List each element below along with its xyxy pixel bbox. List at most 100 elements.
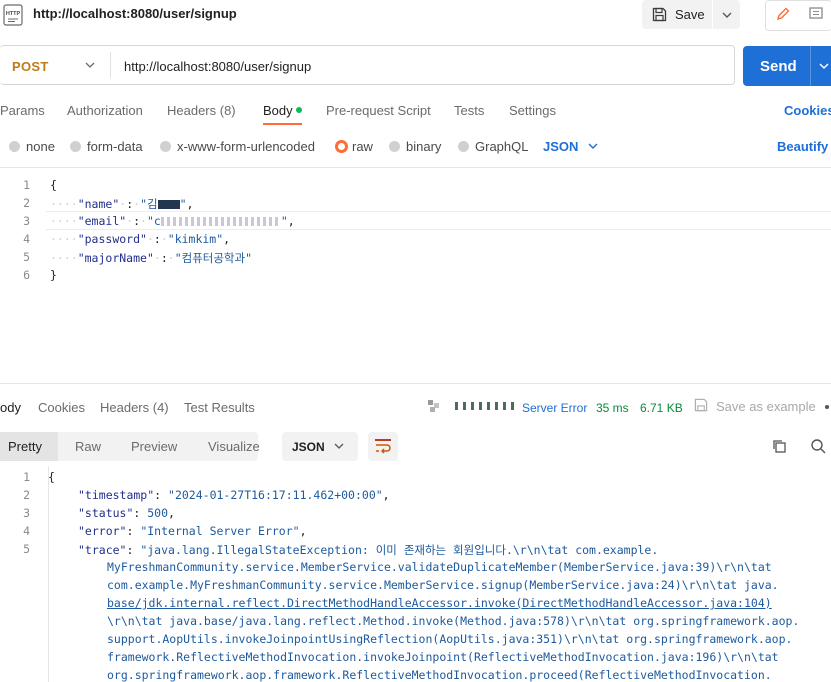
chevron-down-icon[interactable] (818, 61, 830, 71)
tab-authorization[interactable]: Authorization (67, 103, 143, 118)
code-line[interactable]: "trace": "java.lang.IllegalStateExceptio… (78, 542, 658, 558)
cookies-link[interactable]: Cookies (784, 103, 831, 118)
code-line[interactable]: { (50, 178, 57, 192)
json-brace: { (48, 470, 55, 484)
line-number: 5 (23, 250, 30, 264)
comment-icon[interactable] (808, 6, 824, 22)
chevron-down-icon[interactable] (84, 60, 96, 70)
line-number: 4 (23, 232, 30, 246)
redacted-text (157, 200, 180, 209)
tab-body[interactable]: Body (263, 103, 293, 118)
body-format-select[interactable]: JSON (543, 139, 578, 154)
redacted-text (455, 402, 517, 410)
radio-raw[interactable] (335, 140, 348, 153)
save-icon (694, 398, 708, 412)
radio-urlencoded-label[interactable]: x-www-form-urlencoded (177, 139, 315, 154)
json-key: "majorName" (77, 251, 154, 265)
line-number: 4 (23, 524, 30, 538)
json-value: "kimkim" (167, 232, 224, 246)
code-line[interactable]: "status": 500, (78, 506, 175, 520)
active-tab-underline (263, 123, 302, 125)
code-line[interactable]: ····"majorName"·:·"컴퓨터공학과" (50, 250, 252, 266)
line-number: 1 (23, 470, 30, 484)
tab-prerequest[interactable]: Pre-request Script (326, 103, 431, 118)
response-size[interactable]: 6.71 KB (640, 401, 683, 415)
response-format-label: JSON (292, 440, 325, 454)
json-brace: } (50, 268, 57, 282)
tab-settings[interactable]: Settings (509, 103, 556, 118)
radio-graphql[interactable] (458, 141, 469, 152)
view-raw[interactable]: Raw (75, 439, 101, 454)
response-tab-body[interactable]: ody (0, 400, 21, 415)
view-visualize[interactable]: Visualize (208, 439, 260, 454)
json-value: "컴퓨터공학과" (174, 251, 253, 265)
status-badge[interactable]: Server Error (522, 401, 587, 415)
json-value: "2024-01-27T16:17:11.462+00:00" (168, 488, 383, 502)
json-value: "c (146, 214, 161, 228)
radio-graphql-label[interactable]: GraphQL (475, 139, 528, 154)
code-line[interactable]: ····"password"·:·"kimkim", (50, 232, 230, 246)
json-key: "password" (77, 232, 147, 246)
method-divider (110, 52, 111, 78)
response-tab-cookies[interactable]: Cookies (38, 400, 85, 415)
view-preview[interactable]: Preview (131, 439, 177, 454)
json-key: "status" (78, 506, 134, 520)
radio-none-label[interactable]: none (26, 139, 55, 154)
line-number: 3 (23, 214, 30, 228)
radio-binary[interactable] (389, 141, 400, 152)
code-line[interactable]: ····"name"·:·"김 ", (50, 196, 193, 212)
radio-none[interactable] (9, 141, 20, 152)
http-request-icon: HTTP (3, 4, 23, 26)
line-number: 3 (23, 506, 30, 520)
more-icon[interactable] (825, 405, 829, 409)
radio-form-data[interactable] (70, 141, 81, 152)
code-line[interactable]: } (50, 268, 57, 282)
radio-binary-label[interactable]: binary (406, 139, 441, 154)
chevron-down-icon[interactable] (721, 10, 733, 20)
json-key: "name" (77, 197, 120, 211)
chevron-down-icon[interactable] (587, 141, 599, 151)
section-divider (0, 167, 831, 168)
send-label: Send (760, 58, 797, 75)
json-value: 500 (147, 506, 169, 520)
line-number: 2 (23, 488, 30, 502)
send-divider (810, 46, 811, 86)
globe-icon (428, 400, 439, 412)
trace-line: com.example.MyFreshmanCommunity.service.… (107, 578, 779, 592)
response-tab-headers[interactable]: Headers (4) (100, 400, 169, 415)
save-divider (712, 0, 713, 29)
trace-line: org.springframework.aop.framework.Reflec… (107, 668, 772, 682)
tab-headers[interactable]: Headers (8) (167, 103, 236, 118)
code-line[interactable]: "timestamp": "2024-01-27T16:17:11.462+00… (78, 488, 390, 502)
tab-params[interactable]: Params (0, 103, 45, 118)
save-icon (652, 7, 667, 22)
response-tab-test-results[interactable]: Test Results (184, 400, 255, 415)
tab-tests[interactable]: Tests (454, 103, 484, 118)
radio-raw-label[interactable]: raw (352, 139, 373, 154)
beautify-button[interactable]: Beautify (777, 139, 828, 154)
trace-line: MyFreshmanCommunity.service.MemberServic… (107, 560, 772, 574)
json-key: "timestamp" (78, 488, 155, 502)
line-number: 6 (23, 268, 30, 282)
method-select[interactable]: POST (12, 59, 49, 74)
save-as-example-button[interactable]: Save as example (716, 399, 816, 414)
copy-icon[interactable] (772, 439, 787, 454)
trace-line: \r\n\tat java.base/java.lang.reflect.Met… (107, 614, 800, 628)
view-pretty[interactable]: Pretty (8, 439, 42, 454)
line-number: 2 (23, 196, 30, 210)
save-label: Save (675, 7, 705, 22)
trace-line: framework.ReflectiveMethodInvocation.inv… (107, 650, 779, 664)
search-icon[interactable] (810, 438, 826, 454)
pane-resize-divider[interactable] (0, 383, 831, 384)
radio-form-data-label[interactable]: form-data (87, 139, 143, 154)
code-line[interactable]: "error": "Internal Server Error", (78, 524, 307, 538)
response-time[interactable]: 35 ms (596, 401, 629, 415)
json-value: "java.lang.IllegalStateException: 이미 존재하… (140, 543, 659, 557)
redacted-text (160, 217, 281, 226)
radio-urlencoded[interactable] (160, 141, 171, 152)
url-input[interactable]: http://localhost:8080/user/signup (124, 59, 311, 74)
trace-line: support.AopUtils.invokeJoinpointUsingRef… (107, 632, 793, 646)
code-line[interactable]: ····"email"·:·"c ", (50, 214, 295, 228)
gutter-divider (48, 466, 49, 682)
chevron-down-icon (334, 443, 344, 449)
